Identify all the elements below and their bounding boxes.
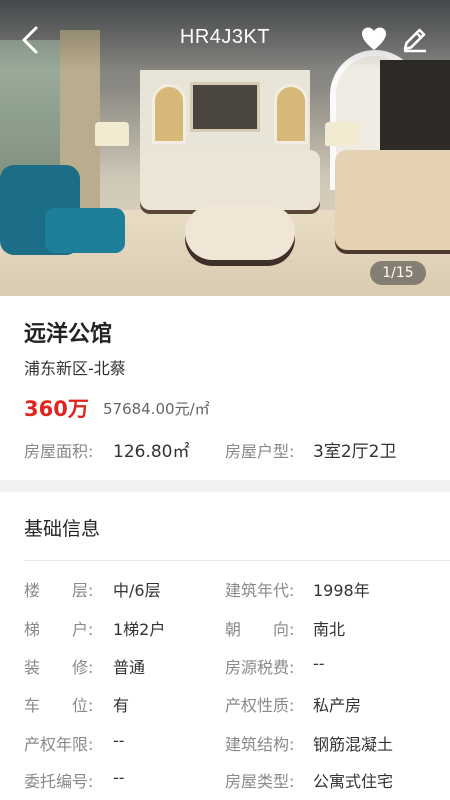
info-label: 建筑年代:: [225, 581, 295, 600]
section-divider: [0, 480, 450, 492]
photo-footstool: [45, 208, 125, 253]
info-row: 楼 层: 中/6层 建筑年代: 1998年: [0, 577, 450, 607]
info-row: 梯 户: 1梯2户 朝 向: 南北: [0, 616, 450, 646]
unit-price: 57684.00元/㎡: [103, 400, 210, 418]
photo-wall-art: [190, 82, 260, 132]
section-title: 基础信息: [24, 518, 101, 540]
info-label: 房屋类型:: [225, 772, 295, 791]
info-value: --: [313, 654, 325, 673]
info-row: 产权年限: -- 建筑结构: 钢筋混凝土: [0, 731, 450, 761]
info-label: 朝 向:: [225, 620, 295, 639]
property-name: 远洋公馆: [24, 322, 113, 347]
photo-shelf-right: [274, 84, 308, 144]
photo-sofa-center: [140, 150, 320, 210]
info-label: 房源税费:: [225, 658, 295, 677]
info-value: 普通: [113, 658, 146, 677]
pencil-icon: [403, 28, 426, 53]
info-value: 1998年: [313, 581, 370, 600]
favorite-button[interactable]: [360, 25, 388, 53]
info-value: 公寓式住宅: [313, 772, 394, 791]
info-row: 装 修: 普通 房源税费: --: [0, 654, 450, 684]
info-value: --: [113, 768, 125, 787]
info-value: --: [113, 731, 125, 750]
area-value: 126.80㎡: [113, 442, 190, 462]
info-value: 南北: [313, 620, 346, 639]
photo-counter: 1/15: [370, 261, 426, 285]
info-label: 产权年限:: [24, 735, 94, 754]
info-label: 装 修:: [24, 658, 94, 677]
total-price: 360万: [24, 397, 89, 421]
info-label: 建筑结构:: [225, 735, 295, 754]
info-value: 钢筋混凝土: [313, 735, 394, 754]
section-underline: [24, 560, 450, 561]
info-label: 委托编号:: [24, 772, 94, 791]
heart-icon: [362, 27, 386, 50]
info-label: 楼 层:: [24, 581, 94, 600]
layout-value: 3室2厅2卫: [313, 442, 397, 462]
edit-button[interactable]: [400, 24, 430, 54]
info-value: 中/6层: [113, 581, 161, 600]
photo-shelf-left: [152, 84, 186, 144]
info-value: 私产房: [313, 696, 362, 715]
info-value: 有: [113, 696, 130, 715]
property-district: 浦东新区-北蔡: [24, 359, 126, 378]
info-label: 产权性质:: [225, 696, 295, 715]
photo-ottoman: [185, 205, 295, 260]
photo-lamp-right: [325, 122, 359, 146]
info-label: 车 位:: [24, 696, 94, 715]
info-value: 1梯2户: [113, 620, 166, 639]
photo-sofa-right: [335, 150, 450, 250]
info-label: 梯 户:: [24, 620, 94, 639]
layout-label: 房屋户型:: [225, 442, 295, 461]
info-row: 委托编号: -- 房屋类型: 公寓式住宅: [0, 768, 450, 798]
photo-lamp-left: [95, 122, 129, 146]
info-row: 车 位: 有 产权性质: 私产房: [0, 692, 450, 722]
area-label: 房屋面积:: [24, 442, 94, 461]
